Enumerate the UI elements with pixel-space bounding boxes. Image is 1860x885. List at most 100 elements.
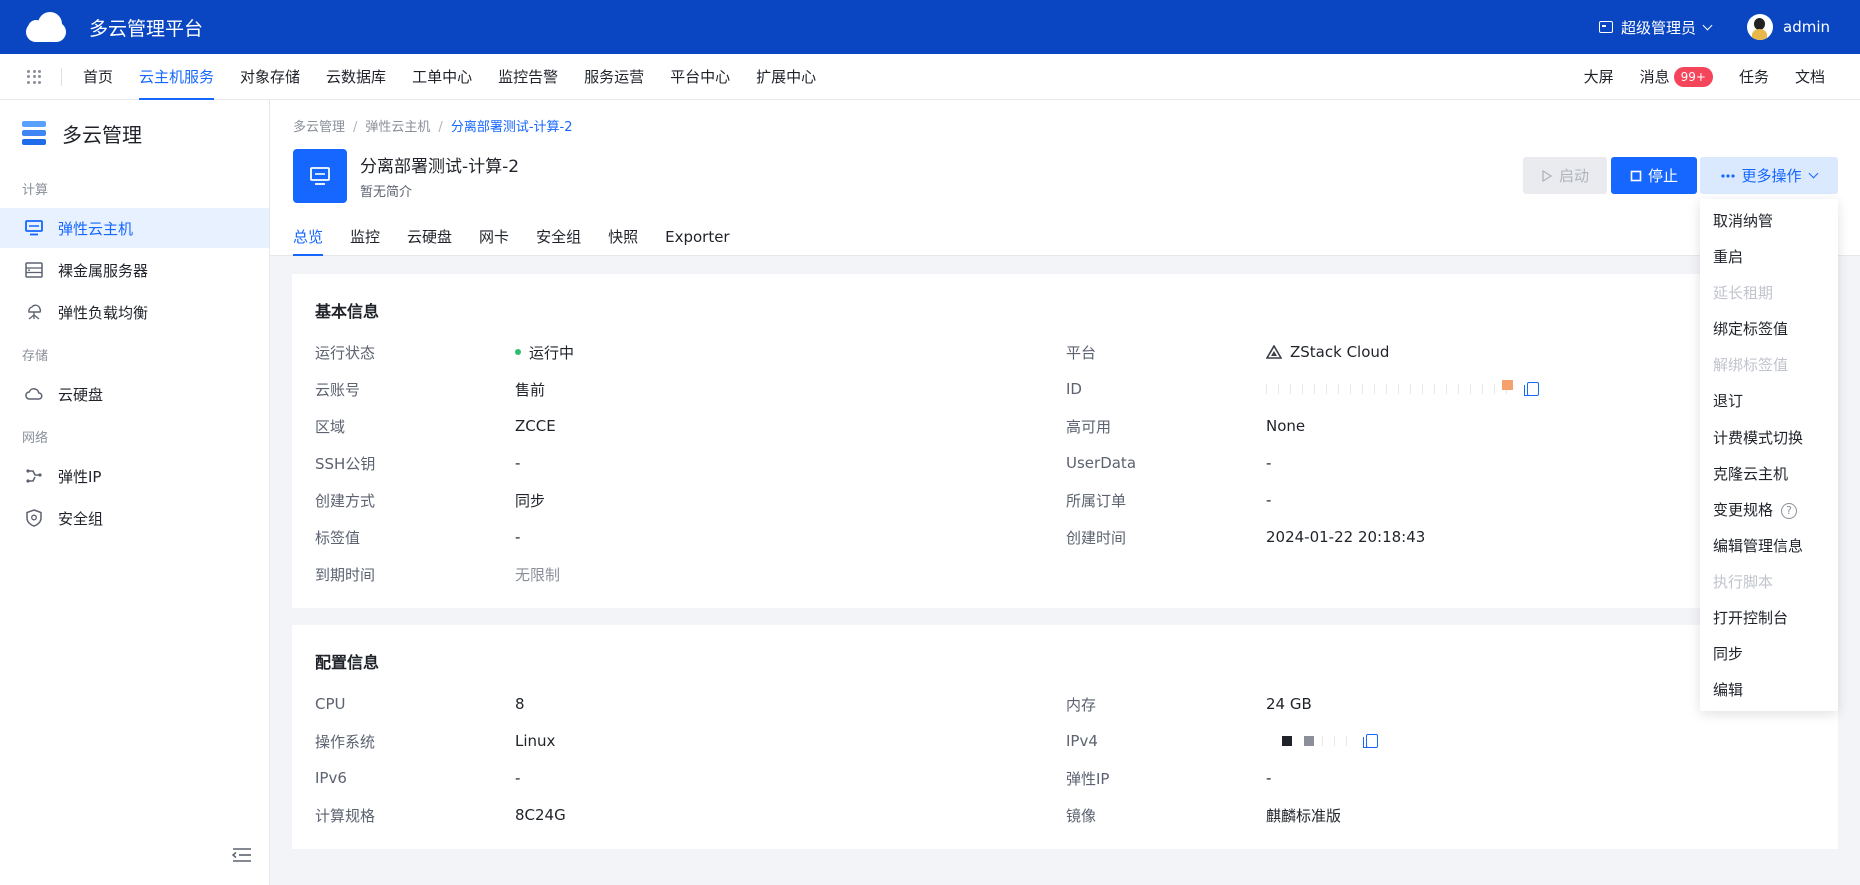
nav-item-home[interactable]: 首页 — [70, 54, 126, 100]
menu-item-clone-vm[interactable]: 克隆云主机 — [1700, 456, 1838, 492]
menu-item-billing-switch[interactable]: 计费模式切换 — [1700, 420, 1838, 456]
menu-item-run-script: 执行脚本 — [1713, 572, 1774, 591]
nav-item-monitoring[interactable]: 监控告警 — [485, 54, 571, 100]
sidebar-group-storage: 存储 — [22, 349, 49, 364]
field-label: 操作系统 — [315, 732, 376, 751]
sidebar-item-load-balancer[interactable]: 弹性负载均衡 — [0, 292, 269, 332]
role-selector[interactable]: 超级管理员 — [1598, 17, 1713, 38]
nav-item-cloud-db[interactable]: 云数据库 — [313, 54, 399, 100]
copy-icon[interactable] — [1524, 382, 1539, 396]
nav-item-ticket-center[interactable]: 工单中心 — [399, 54, 485, 100]
nav-item-object-storage[interactable]: 对象存储 — [227, 54, 313, 100]
monitor-icon — [24, 218, 44, 238]
top-bar: 多云管理平台 超级管理员 admin — [0, 0, 1860, 54]
sidebar-item-elastic-ip[interactable]: 弹性IP — [0, 456, 269, 496]
app-title: 多云管理平台 — [89, 17, 204, 40]
chevron-down-icon — [1808, 168, 1818, 179]
tab-overview[interactable]: 总览 — [293, 218, 324, 256]
field-value: 麒麟标准版 — [1266, 806, 1342, 825]
menu-item-sync[interactable]: 同步 — [1700, 636, 1838, 672]
platform-value: ZStack Cloud — [1266, 341, 1389, 363]
breadcrumb-current: 分离部署测试-计算-2 — [450, 120, 573, 135]
detail-tabs: 总览 监控 云硬盘 网卡 安全组 快照 Exporter — [293, 218, 757, 256]
tab-snapshot[interactable]: 快照 — [608, 218, 638, 256]
sidebar-item-security-group[interactable]: 安全组 — [0, 498, 269, 538]
ip-mask-block — [1304, 736, 1314, 746]
field-value: - — [1266, 454, 1272, 472]
nav-messages[interactable]: 消息 99+ — [1627, 54, 1726, 100]
field-value: None — [1266, 417, 1306, 435]
more-actions-menu: 取消纳管 重启 延长租期 绑定标签值 解绑标签值 退订 计费模式切换 克隆云主机… — [1700, 199, 1838, 711]
server-icon — [24, 260, 44, 280]
more-actions-label: 更多操作 — [1741, 167, 1802, 185]
stop-icon — [1630, 170, 1642, 181]
collapse-sidebar-icon[interactable] — [231, 847, 252, 863]
field-label: CPU — [315, 695, 346, 713]
sidebar-item-cloud-disk[interactable]: 云硬盘 — [0, 374, 269, 414]
more-dots-icon — [1721, 173, 1736, 178]
breadcrumb-item[interactable]: 弹性云主机 — [365, 120, 430, 135]
copy-icon[interactable] — [1363, 734, 1378, 748]
sidebar-item-elastic-vm[interactable]: 弹性云主机 — [0, 208, 269, 248]
ip-mask-block — [1282, 736, 1292, 746]
menu-item-open-console[interactable]: 打开控制台 — [1700, 600, 1838, 636]
stop-label: 停止 — [1647, 167, 1678, 185]
tab-security-group[interactable]: 安全组 — [536, 218, 581, 256]
nav-item-vm-service[interactable]: 云主机服务 — [126, 54, 227, 100]
field-label: 高可用 — [1066, 417, 1112, 436]
field-label: 到期时间 — [315, 565, 376, 584]
sidebar-item-label: 弹性云主机 — [58, 219, 134, 238]
sidebar-item-label: 裸金属服务器 — [58, 261, 149, 280]
basic-info-card: 基本信息 运行状态 运行中 云账号 售前 区域 ZCCE SSH公钥 - 创建方… — [292, 274, 1838, 608]
user-menu[interactable]: admin — [1747, 14, 1830, 40]
breadcrumb: 多云管理 / 弹性云主机 / 分离部署测试-计算-2 — [293, 120, 573, 135]
field-value: 无限制 — [515, 565, 561, 584]
help-icon[interactable]: ? — [1781, 502, 1798, 519]
menu-item-reboot[interactable]: 重启 — [1700, 239, 1838, 275]
menu-item-change-spec[interactable]: 变更规格? — [1700, 492, 1838, 528]
field-label: UserData — [1066, 454, 1137, 472]
menu-item-unmanage[interactable]: 取消纳管 — [1700, 203, 1838, 239]
tab-nic[interactable]: 网卡 — [479, 218, 509, 256]
field-value: 24 GB — [1266, 695, 1312, 713]
field-value: 8C24G — [515, 806, 566, 824]
tab-cloud-disk[interactable]: 云硬盘 — [407, 218, 452, 256]
field-value: Linux — [515, 732, 556, 750]
menu-item-unsubscribe[interactable]: 退订 — [1700, 383, 1838, 419]
more-actions-button[interactable]: 更多操作 — [1700, 157, 1838, 194]
nav-item-service-ops[interactable]: 服务运营 — [571, 54, 657, 100]
field-label: ID — [1066, 380, 1082, 398]
elastic-ip-icon — [24, 466, 44, 486]
field-value: - — [515, 454, 521, 472]
card-title: 基本信息 — [315, 302, 380, 321]
masked-id — [1266, 384, 1516, 394]
field-label: 所属订单 — [1066, 491, 1127, 510]
nav-docs[interactable]: 文档 — [1782, 54, 1838, 100]
field-value: - — [1266, 491, 1272, 509]
menu-item-edit[interactable]: 编辑 — [1700, 672, 1838, 708]
start-button[interactable]: 启动 — [1523, 157, 1607, 194]
field-label: 平台 — [1066, 343, 1097, 362]
field-value: 同步 — [515, 491, 546, 510]
field-label: 内存 — [1066, 695, 1097, 714]
menu-item-bind-tag[interactable]: 绑定标签值 — [1700, 311, 1838, 347]
breadcrumb-item[interactable]: 多云管理 — [293, 120, 345, 135]
chevron-down-icon — [1702, 20, 1713, 30]
tab-exporter[interactable]: Exporter — [665, 218, 730, 256]
nav-tasks[interactable]: 任务 — [1726, 54, 1782, 100]
nav-item-platform-center[interactable]: 平台中心 — [657, 54, 743, 100]
messages-label: 消息 — [1639, 67, 1670, 86]
stop-button[interactable]: 停止 — [1611, 157, 1697, 194]
tab-monitor[interactable]: 监控 — [350, 218, 380, 256]
field-value: ZCCE — [515, 417, 556, 435]
app-grid-icon[interactable] — [27, 69, 41, 84]
zstack-logo-icon — [1266, 345, 1282, 359]
field-label: 云账号 — [315, 380, 361, 399]
menu-item-edit-management[interactable]: 编辑管理信息 — [1700, 528, 1838, 564]
nav-big-screen[interactable]: 大屏 — [1571, 54, 1627, 100]
field-label: 创建方式 — [315, 491, 376, 510]
load-balancer-icon — [24, 302, 44, 322]
sidebar-item-bare-metal[interactable]: 裸金属服务器 — [0, 250, 269, 290]
nav-item-extension-center[interactable]: 扩展中心 — [743, 54, 829, 100]
field-label: 计算规格 — [315, 806, 376, 825]
